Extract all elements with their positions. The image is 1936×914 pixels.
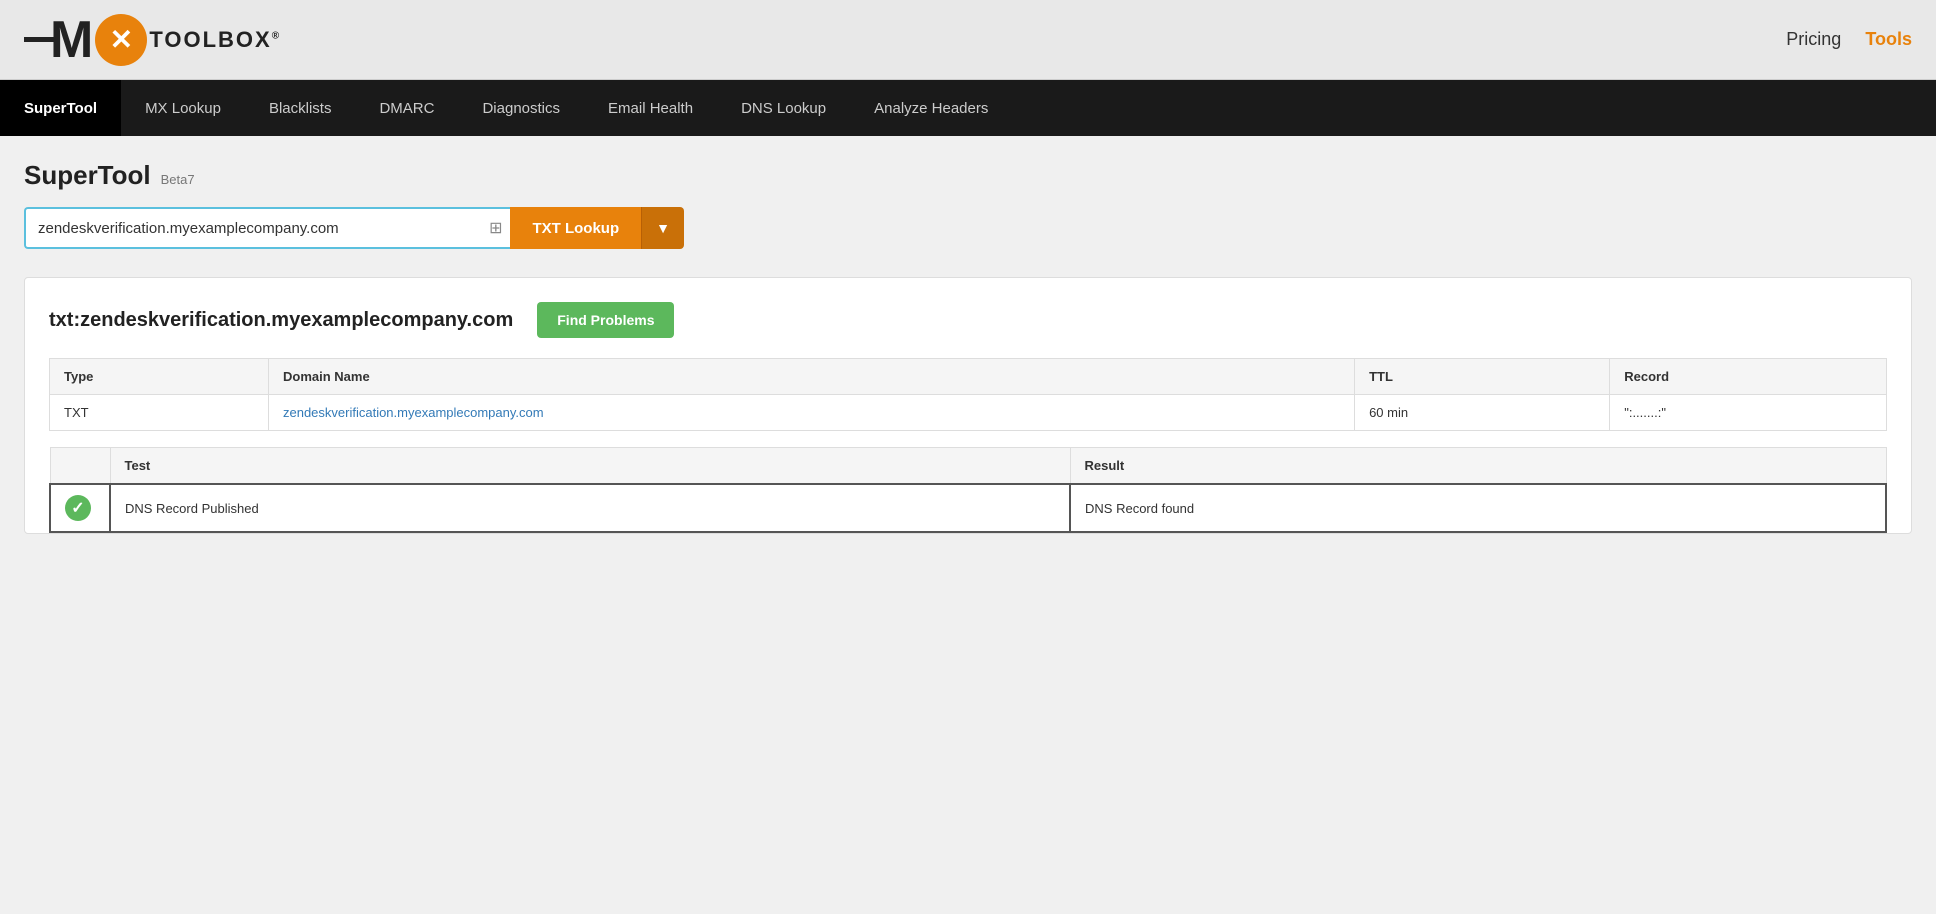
dns-records-table: Type Domain Name TTL Record TXT zendeskv… — [49, 358, 1887, 431]
table-row: TXT zendeskverification.myexamplecompany… — [50, 395, 1887, 431]
res-col-result: Result — [1070, 448, 1886, 485]
results-tests-table: Test Result ✓ DNS Record Published DNS R… — [49, 447, 1887, 533]
nav-supertool[interactable]: SuperTool — [0, 80, 121, 136]
tools-link[interactable]: Tools — [1865, 29, 1912, 50]
col-record: Record — [1610, 359, 1887, 395]
header-nav: Pricing Tools — [1786, 29, 1912, 50]
top-header: M ✕ TOOLBOX® Pricing Tools — [0, 0, 1936, 80]
logo-m: M — [50, 14, 93, 66]
results-card: txt:zendeskverification.myexamplecompany… — [24, 277, 1912, 534]
logo-area: M ✕ TOOLBOX® — [24, 14, 281, 66]
domain-link[interactable]: zendeskverification.myexamplecompany.com — [283, 405, 544, 420]
search-icon: ⊞ — [489, 218, 502, 238]
logo-toolbox: TOOLBOX® — [149, 27, 281, 53]
table-row: ✓ DNS Record Published DNS Record found — [50, 484, 1886, 532]
nav-diagnostics[interactable]: Diagnostics — [458, 80, 584, 136]
search-bar: ⊞ TXT Lookup ▼ — [24, 207, 684, 249]
check-icon: ✓ — [65, 495, 91, 521]
table-spacer — [49, 431, 1887, 447]
pricing-link[interactable]: Pricing — [1786, 29, 1841, 50]
find-problems-button[interactable]: Find Problems — [537, 302, 674, 338]
page-title-area: SuperTool Beta7 — [24, 160, 1912, 191]
cell-test: DNS Record Published — [110, 484, 1070, 532]
nav-blacklists[interactable]: Blacklists — [245, 80, 356, 136]
nav-analyze-headers[interactable]: Analyze Headers — [850, 80, 1012, 136]
cell-type: TXT — [50, 395, 269, 431]
res-col-test: Test — [110, 448, 1070, 485]
logo-circle: ✕ — [95, 14, 147, 66]
main-nav: SuperTool MX Lookup Blacklists DMARC Dia… — [0, 80, 1936, 136]
results-domain: txt:zendeskverification.myexamplecompany… — [49, 309, 513, 332]
res-col-status — [50, 448, 110, 485]
main-content: SuperTool Beta7 ⊞ TXT Lookup ▼ txt:zende… — [0, 136, 1936, 914]
lookup-dropdown-button[interactable]: ▼ — [641, 207, 684, 249]
col-ttl: TTL — [1355, 359, 1610, 395]
cell-result: DNS Record found — [1070, 484, 1886, 532]
col-type: Type — [50, 359, 269, 395]
nav-dmarc[interactable]: DMARC — [355, 80, 458, 136]
page-badge: Beta7 — [161, 172, 195, 187]
page-title: SuperTool — [24, 160, 151, 191]
col-domain: Domain Name — [268, 359, 1354, 395]
nav-email-health[interactable]: Email Health — [584, 80, 717, 136]
cell-domain: zendeskverification.myexamplecompany.com — [268, 395, 1354, 431]
results-header: txt:zendeskverification.myexamplecompany… — [49, 302, 1887, 338]
search-input[interactable] — [24, 207, 510, 249]
cell-ttl: 60 min — [1355, 395, 1610, 431]
cell-status-icon: ✓ — [50, 484, 110, 532]
logo-x: ✕ — [110, 23, 133, 56]
lookup-button[interactable]: TXT Lookup — [510, 207, 641, 249]
cell-record: ":.......:" — [1610, 395, 1887, 431]
nav-mx-lookup[interactable]: MX Lookup — [121, 80, 245, 136]
search-input-wrapper: ⊞ — [24, 207, 510, 249]
nav-dns-lookup[interactable]: DNS Lookup — [717, 80, 850, 136]
